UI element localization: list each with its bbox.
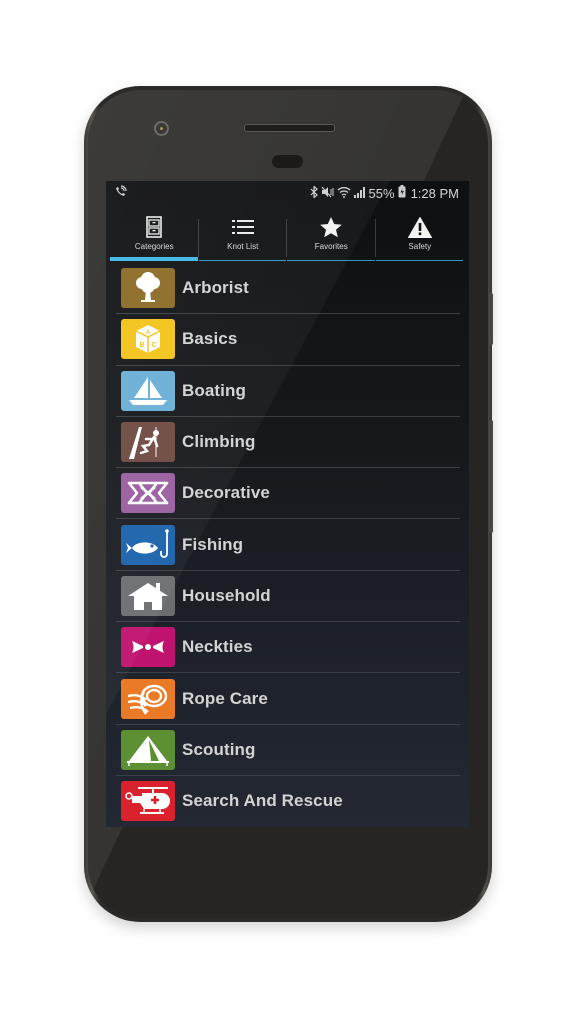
category-label: Arborist: [182, 278, 249, 298]
helicopter-icon: [121, 781, 175, 822]
abc-block-icon: ABC: [121, 319, 175, 360]
tab-knot-list[interactable]: Knot List: [198, 211, 287, 261]
category-row-scouting[interactable]: Scouting: [116, 725, 460, 776]
tab-label: Knot List: [227, 242, 259, 251]
proximity-sensor: [272, 155, 303, 168]
category-row-basics[interactable]: ABC Basics: [116, 314, 460, 366]
tab-label: Favorites: [314, 242, 348, 251]
house-icon: [121, 575, 175, 616]
category-row-arborist[interactable]: Arborist: [116, 263, 460, 315]
wifi-calling-icon: [114, 185, 127, 200]
category-row-fishing[interactable]: Fishing: [116, 519, 460, 571]
category-label: Climbing: [182, 432, 256, 452]
status-bar: 55% 1:28 PM: [106, 181, 469, 205]
list-icon: [231, 215, 254, 239]
category-row-decorative[interactable]: Decorative: [116, 468, 460, 520]
category-row-climbing[interactable]: Climbing: [116, 417, 460, 469]
app-screen: 55% 1:28 PM Categories Knot List Favorit…: [106, 181, 469, 827]
category-label: Search And Rescue: [182, 791, 343, 811]
volume-button[interactable]: [489, 420, 493, 533]
category-label: Scouting: [182, 739, 256, 759]
svg-text:B: B: [139, 342, 144, 349]
earpiece-speaker: [244, 124, 335, 132]
bowtie-icon: [121, 627, 175, 668]
fish-hook-icon: [121, 524, 175, 565]
tent-icon: [121, 729, 175, 770]
svg-text:C: C: [151, 342, 156, 349]
tab-label: Safety: [408, 242, 432, 251]
celtic-knot-icon: [121, 473, 175, 514]
category-label: Boating: [182, 380, 246, 400]
sailboat-icon: [121, 370, 175, 411]
signal-icon: [353, 186, 366, 201]
battery-percent: 55%: [368, 185, 395, 201]
category-label: Basics: [182, 329, 238, 349]
category-label: Rope Care: [182, 688, 268, 708]
warning-icon: [407, 215, 432, 239]
category-label: Neckties: [182, 637, 253, 657]
bluetooth-icon: [310, 184, 318, 201]
climber-icon: [121, 422, 175, 463]
battery-charging-icon: [398, 185, 406, 201]
tab-label: Categories: [134, 242, 174, 251]
category-row-household[interactable]: Household: [116, 571, 460, 623]
category-label: Decorative: [182, 483, 270, 503]
category-row-neckties[interactable]: Neckties: [116, 622, 460, 674]
rope-coil-icon: [121, 678, 175, 719]
front-camera: [154, 121, 169, 136]
svg-text:A: A: [146, 330, 151, 336]
category-row-boating[interactable]: Boating: [116, 366, 460, 417]
wifi-icon: [337, 186, 351, 201]
star-icon: [320, 215, 343, 239]
tab-safety[interactable]: Safety: [375, 211, 465, 261]
tree-icon: [121, 268, 175, 309]
power-button[interactable]: [489, 293, 493, 345]
category-row-search-and-rescue[interactable]: Search And Rescue: [116, 776, 460, 826]
active-tab-indicator: [110, 257, 198, 261]
category-row-rope-care[interactable]: Rope Care: [116, 673, 460, 725]
category-list: Arborist ABC Basics Boating Climbing Dec…: [116, 263, 460, 826]
file-cabinet-icon: [146, 215, 163, 239]
mute-icon: [321, 186, 334, 201]
category-label: Fishing: [182, 534, 244, 554]
clock: 1:28 PM: [410, 185, 459, 201]
tab-favorites[interactable]: Favorites: [287, 211, 376, 261]
category-label: Household: [182, 585, 271, 605]
tab-categories[interactable]: Categories: [110, 211, 199, 261]
tab-bar: Categories Knot List Favorites Safety: [110, 211, 464, 261]
